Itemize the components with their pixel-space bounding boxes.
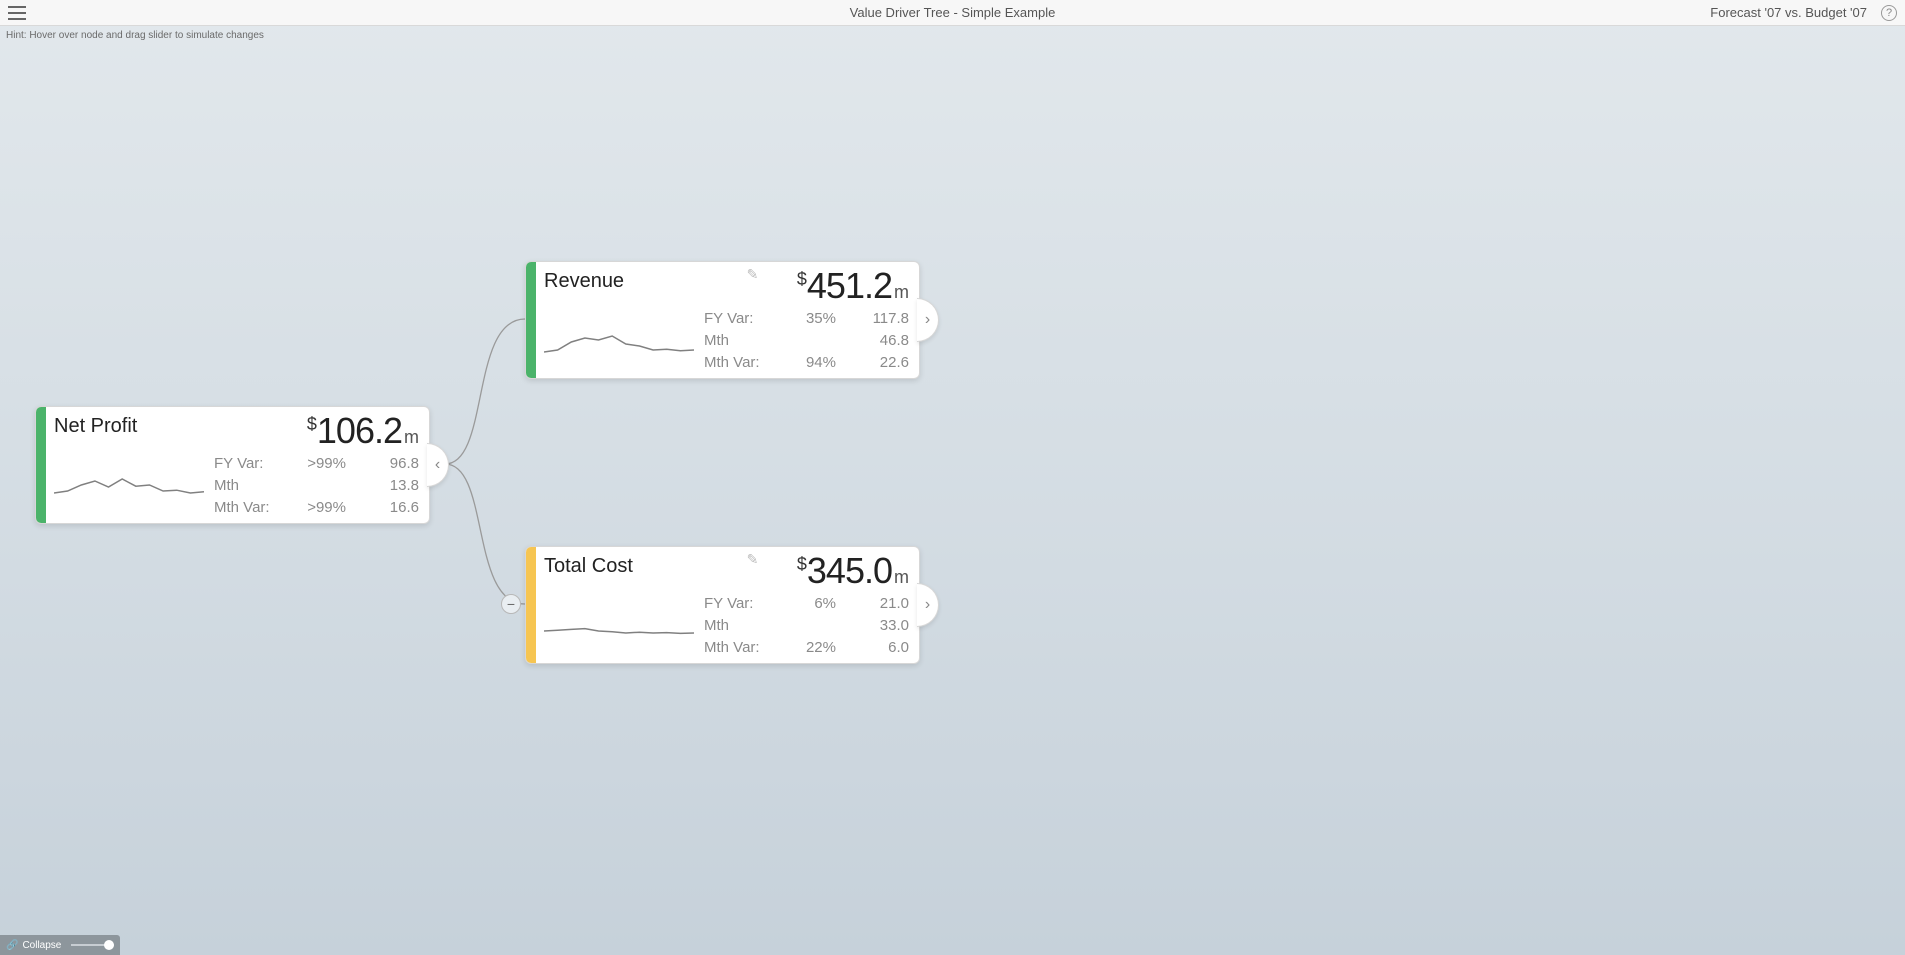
collapse-label: Collapse <box>22 940 61 951</box>
slider-knob[interactable] <box>104 940 114 950</box>
sparkline <box>544 611 694 651</box>
expand-chevron-icon[interactable]: › <box>917 583 939 627</box>
status-stripe <box>526 547 536 663</box>
sparkline <box>54 471 204 511</box>
tree-canvas[interactable]: Net Profit $106.2m FY Var:>99%96.8 Mth13… <box>0 26 1905 955</box>
zoom-slider[interactable] <box>71 944 114 946</box>
node-net-profit[interactable]: Net Profit $106.2m FY Var:>99%96.8 Mth13… <box>35 406 430 524</box>
node-value: $451.2m <box>704 268 909 304</box>
collapse-icon: 🔗 <box>6 940 18 951</box>
edit-icon[interactable]: ✎ <box>747 266 759 283</box>
edit-icon[interactable]: ✎ <box>747 551 759 568</box>
node-metrics: FY Var:6%21.0 Mth33.0 Mth Var:22%6.0 <box>704 593 909 658</box>
menu-icon[interactable] <box>8 6 26 20</box>
node-title: Total Cost <box>544 555 694 578</box>
minus-operator-icon: − <box>501 594 521 614</box>
expand-chevron-icon[interactable]: › <box>917 298 939 342</box>
header-bar: Value Driver Tree - Simple Example Forec… <box>0 0 1905 26</box>
node-title: Revenue <box>544 270 694 293</box>
sparkline <box>544 326 694 366</box>
comparison-label: Forecast '07 vs. Budget '07 <box>1710 5 1867 20</box>
node-metrics: FY Var:>99%96.8 Mth13.8 Mth Var:>99%16.6 <box>214 453 419 518</box>
collapse-bar[interactable]: 🔗 Collapse <box>0 935 120 955</box>
help-icon[interactable]: ? <box>1881 5 1897 21</box>
status-stripe <box>526 262 536 378</box>
status-stripe <box>36 407 46 523</box>
page-title: Value Driver Tree - Simple Example <box>850 5 1056 20</box>
node-value: $345.0m <box>704 553 909 589</box>
node-title: Net Profit <box>54 415 204 438</box>
node-value: $106.2m <box>214 413 419 449</box>
node-revenue[interactable]: ✎ Revenue $451.2m FY Var:35%117.8 Mth46.… <box>525 261 920 379</box>
node-metrics: FY Var:35%117.8 Mth46.8 Mth Var:94%22.6 <box>704 308 909 373</box>
collapse-chevron-icon[interactable]: ‹ <box>427 443 449 487</box>
node-total-cost[interactable]: ✎ Total Cost $345.0m FY Var:6%21.0 Mth33… <box>525 546 920 664</box>
